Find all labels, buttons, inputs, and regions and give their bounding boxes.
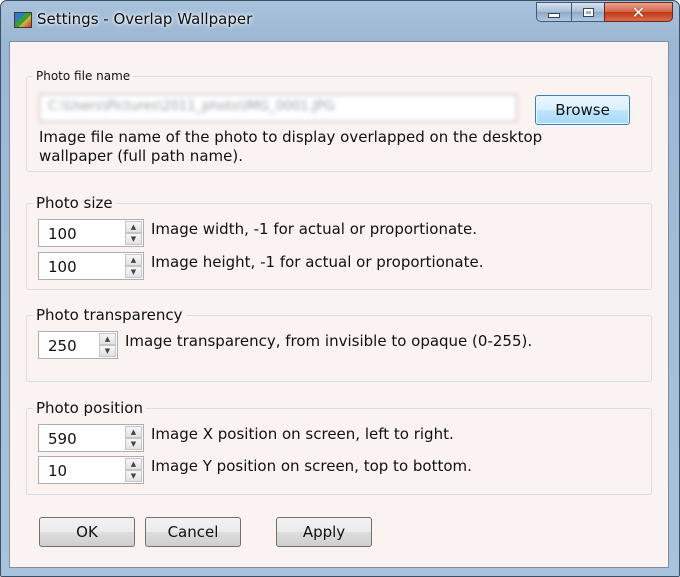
transparency-description: Image transparency, from invisible to op… <box>125 332 533 350</box>
x-down-arrow-icon[interactable]: ▼ <box>125 438 142 450</box>
height-stepper[interactable]: 100 ▲ ▼ <box>38 252 144 280</box>
height-value[interactable]: 100 <box>48 258 77 276</box>
photo-file-legend: Photo file name <box>36 69 131 83</box>
title-bar[interactable]: Settings - Overlap Wallpaper ✕ <box>1 1 679 41</box>
app-icon <box>14 12 32 28</box>
transparency-down-arrow-icon[interactable]: ▼ <box>99 345 116 357</box>
width-value[interactable]: 100 <box>48 225 77 243</box>
cancel-button[interactable]: Cancel <box>145 517 241 547</box>
ok-button[interactable]: OK <box>39 517 135 547</box>
minimize-button[interactable] <box>536 2 572 22</box>
x-up-arrow-icon[interactable]: ▲ <box>125 426 142 438</box>
y-position-description: Image Y position on screen, top to botto… <box>151 457 472 475</box>
y-position-stepper[interactable]: 10 ▲ ▼ <box>38 456 144 484</box>
dialog-body: Photo file name C:\Users\Pictures\2011_p… <box>9 41 669 568</box>
width-description: Image width, -1 for actual or proportion… <box>151 220 478 238</box>
minimize-icon <box>548 13 560 18</box>
height-up-arrow-icon[interactable]: ▲ <box>125 254 142 266</box>
photo-file-input[interactable]: C:\Users\Pictures\2011_photo\IMG_0001.JP… <box>39 94 517 122</box>
y-down-arrow-icon[interactable]: ▼ <box>125 470 142 482</box>
photo-size-legend: Photo size <box>36 194 113 212</box>
transparency-value[interactable]: 250 <box>48 337 77 355</box>
photo-position-legend: Photo position <box>36 399 143 417</box>
width-down-arrow-icon[interactable]: ▼ <box>125 233 142 245</box>
y-up-arrow-icon[interactable]: ▲ <box>125 458 142 470</box>
x-position-stepper[interactable]: 590 ▲ ▼ <box>38 424 144 452</box>
width-up-arrow-icon[interactable]: ▲ <box>125 221 142 233</box>
height-down-arrow-icon[interactable]: ▼ <box>125 266 142 278</box>
close-button[interactable]: ✕ <box>604 2 673 22</box>
maximize-button[interactable] <box>571 2 605 22</box>
x-position-value[interactable]: 590 <box>48 430 77 448</box>
x-position-description: Image X position on screen, left to righ… <box>151 425 454 443</box>
close-icon: ✕ <box>631 3 646 22</box>
width-stepper[interactable]: 100 ▲ ▼ <box>38 219 144 247</box>
maximize-icon <box>582 8 594 17</box>
settings-window: Settings - Overlap Wallpaper ✕ Photo fil… <box>0 0 680 577</box>
photo-file-description: Image file name of the photo to display … <box>39 128 543 165</box>
transparency-up-arrow-icon[interactable]: ▲ <box>99 333 116 345</box>
photo-transparency-legend: Photo transparency <box>36 306 183 324</box>
browse-button[interactable]: Browse <box>535 95 630 125</box>
transparency-stepper[interactable]: 250 ▲ ▼ <box>38 331 118 359</box>
y-position-value[interactable]: 10 <box>48 462 67 480</box>
apply-button[interactable]: Apply <box>276 517 372 547</box>
window-title: Settings - Overlap Wallpaper <box>37 10 253 28</box>
height-description: Image height, -1 for actual or proportio… <box>151 253 484 271</box>
